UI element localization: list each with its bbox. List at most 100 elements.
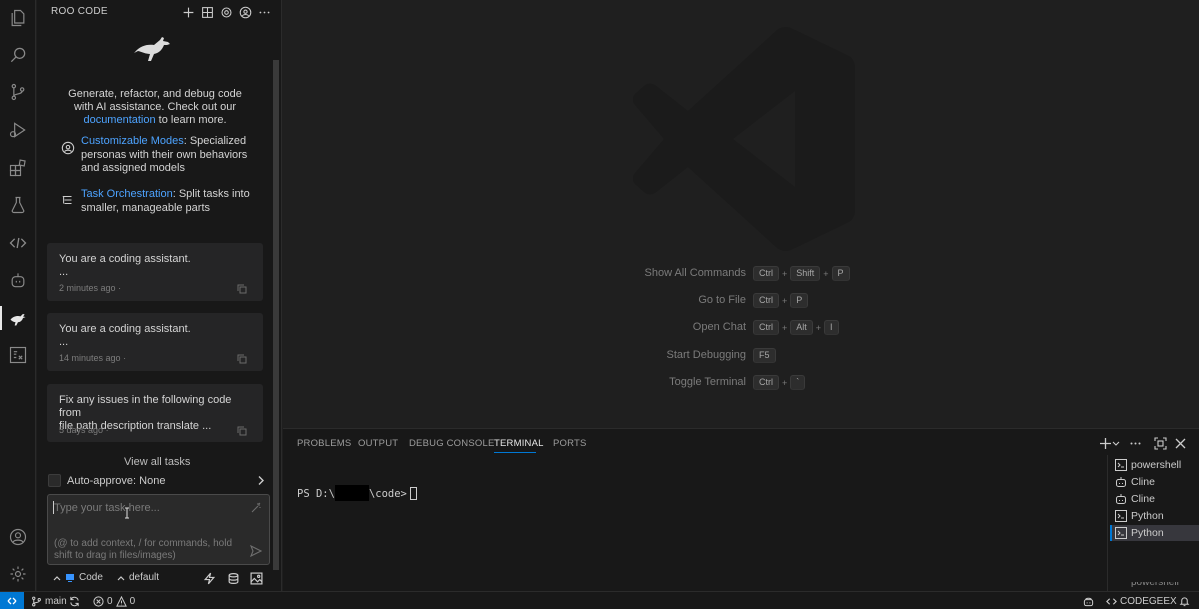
maximize-panel-icon[interactable] bbox=[1154, 437, 1167, 450]
documentation-link[interactable]: documentation bbox=[83, 114, 155, 126]
auto-approve-row[interactable]: Auto-approve: None bbox=[47, 474, 269, 490]
settings-gear-icon[interactable] bbox=[219, 3, 233, 21]
task-input-placeholder[interactable]: Type your task here... bbox=[54, 502, 160, 514]
codegeex-status[interactable]: CODEGEEX bbox=[1106, 594, 1177, 608]
task-history-item[interactable]: You are a coding assistant.... 2 minutes… bbox=[47, 243, 263, 301]
tab-terminal[interactable]: TERMINAL bbox=[494, 438, 544, 449]
new-terminal-plus-icon[interactable] bbox=[1099, 437, 1112, 450]
remote-code-icon[interactable] bbox=[6, 231, 30, 255]
editor-area: Show All Commands Ctrl + Shift + P Go to Fil… bbox=[283, 0, 1199, 428]
auto-approve-title: Auto-approve: bbox=[67, 475, 137, 487]
tab-problems[interactable]: PROBLEMS bbox=[297, 438, 351, 449]
tab-output[interactable]: OUTPUT bbox=[358, 438, 398, 449]
remote-icon bbox=[7, 597, 17, 605]
list-tree-icon bbox=[62, 195, 72, 205]
robot-icon bbox=[1116, 477, 1126, 487]
account-icon[interactable] bbox=[6, 525, 30, 549]
terminal-item-cline[interactable]: Cline bbox=[1110, 491, 1199, 507]
terminal-item-python-selected[interactable]: Python bbox=[1110, 525, 1199, 541]
terminal-item-python[interactable]: Python bbox=[1110, 508, 1199, 524]
mode-selector[interactable]: Code bbox=[53, 572, 103, 583]
branch-name: main bbox=[45, 595, 67, 607]
keycap: I bbox=[824, 320, 839, 335]
terminal-cursor bbox=[409, 487, 417, 500]
chevron-right-icon[interactable] bbox=[255, 474, 267, 487]
sidebar-title: ROO CODE bbox=[51, 6, 108, 17]
config-label: default bbox=[129, 572, 160, 583]
keycap: ` bbox=[790, 375, 806, 390]
feature-customizable-modes: Customizable Modes: Specialized personas… bbox=[57, 135, 257, 177]
task-text: You are a coding assistant.... bbox=[59, 253, 249, 279]
prompt-prefix: PS D:\ bbox=[297, 488, 335, 500]
task-orchestration-link[interactable]: Task Orchestration bbox=[81, 188, 173, 200]
problems-status[interactable]: 0 0 bbox=[93, 594, 135, 608]
source-control-icon[interactable] bbox=[6, 80, 30, 104]
task-line: You are a coding assistant. bbox=[59, 253, 191, 265]
marketplace-icon[interactable] bbox=[200, 3, 214, 21]
copy-icon[interactable] bbox=[237, 426, 247, 436]
account-icon[interactable] bbox=[238, 3, 252, 21]
send-icon[interactable] bbox=[250, 545, 262, 557]
git-branch-status[interactable]: main bbox=[31, 594, 67, 608]
task-text: You are a coding assistant.... bbox=[59, 323, 249, 349]
task-time: 5 days ago · bbox=[59, 425, 109, 435]
lightning-icon[interactable] bbox=[203, 572, 216, 585]
extensions-icon[interactable] bbox=[6, 156, 30, 180]
api-config-selector[interactable]: default bbox=[117, 572, 159, 583]
copilot-status[interactable] bbox=[1083, 594, 1094, 608]
customizable-modes-link[interactable]: Customizable Modes bbox=[81, 135, 184, 147]
copy-icon[interactable] bbox=[237, 284, 247, 294]
copy-icon[interactable] bbox=[237, 354, 247, 364]
task-input-hint: (@ to add context, / for commands, hold … bbox=[54, 538, 233, 561]
copilot-icon[interactable] bbox=[6, 268, 30, 292]
codegeex-icon bbox=[1106, 597, 1117, 605]
terminal-prompt[interactable]: PS D:\ \code> bbox=[297, 485, 417, 501]
task-history-item[interactable]: Fix any issues in the following code fro… bbox=[47, 384, 263, 442]
chat-footer-bar: Code default bbox=[47, 571, 269, 587]
testing-icon[interactable] bbox=[6, 193, 30, 217]
more-actions-icon[interactable] bbox=[257, 3, 271, 21]
sync-status[interactable] bbox=[69, 594, 80, 608]
chevron-down-icon[interactable] bbox=[1112, 437, 1120, 450]
keycap: F5 bbox=[753, 348, 776, 363]
git-branch-icon bbox=[32, 596, 41, 606]
shortcut-label: Show All Commands bbox=[644, 267, 747, 279]
extension-label: CODEGEEX bbox=[1120, 595, 1177, 607]
tab-ports[interactable]: PORTS bbox=[553, 438, 587, 449]
sidebar-scrollbar[interactable] bbox=[273, 60, 279, 570]
terminal-icon bbox=[1115, 510, 1127, 522]
task-history-item[interactable]: You are a coding assistant.... 14 minute… bbox=[47, 313, 263, 371]
intro-text-part: to learn more. bbox=[155, 114, 227, 126]
task-separator: · bbox=[105, 425, 109, 435]
explorer-icon[interactable] bbox=[6, 6, 30, 30]
close-panel-icon[interactable] bbox=[1174, 437, 1187, 450]
run-debug-icon[interactable] bbox=[6, 118, 30, 142]
notifications-status[interactable] bbox=[1179, 594, 1190, 608]
task-timestamp: 5 days ago bbox=[59, 425, 104, 435]
search-icon[interactable] bbox=[6, 43, 30, 67]
terminal-item-cline[interactable]: Cline bbox=[1110, 474, 1199, 490]
view-all-tasks-link[interactable]: View all tasks bbox=[124, 456, 190, 468]
warning-count: 0 bbox=[129, 595, 136, 607]
image-attach-icon[interactable] bbox=[250, 572, 263, 585]
auto-approve-checkbox[interactable] bbox=[48, 474, 61, 487]
roo-code-icon[interactable] bbox=[6, 306, 30, 330]
terminal-item-powershell[interactable]: powershell bbox=[1110, 457, 1199, 473]
new-task-plus-icon[interactable] bbox=[181, 3, 195, 21]
settings-gear-icon[interactable] bbox=[6, 562, 30, 586]
panel-actions bbox=[1099, 437, 1189, 451]
mode-label: Code bbox=[79, 572, 103, 583]
remote-indicator[interactable] bbox=[0, 592, 24, 609]
active-tab-indicator bbox=[494, 452, 536, 453]
enhance-prompt-wand-icon[interactable] bbox=[250, 502, 262, 514]
roo-code-sidebar: ROO CODE Generate, refactor, and debug c… bbox=[37, 0, 282, 591]
task-input-box[interactable]: Type your task here... (@ to add context… bbox=[47, 494, 270, 565]
more-actions-icon[interactable] bbox=[1129, 437, 1142, 450]
codegeex-icon[interactable] bbox=[6, 343, 30, 367]
tab-debug-console[interactable]: DEBUG CONSOLE bbox=[409, 438, 494, 449]
terminal-label: Cline bbox=[1131, 476, 1155, 488]
database-icon[interactable] bbox=[227, 572, 240, 585]
shortcut-label: Toggle Terminal bbox=[669, 376, 746, 388]
prompt-suffix: \code> bbox=[368, 488, 407, 500]
terminal-icon bbox=[1115, 459, 1127, 471]
